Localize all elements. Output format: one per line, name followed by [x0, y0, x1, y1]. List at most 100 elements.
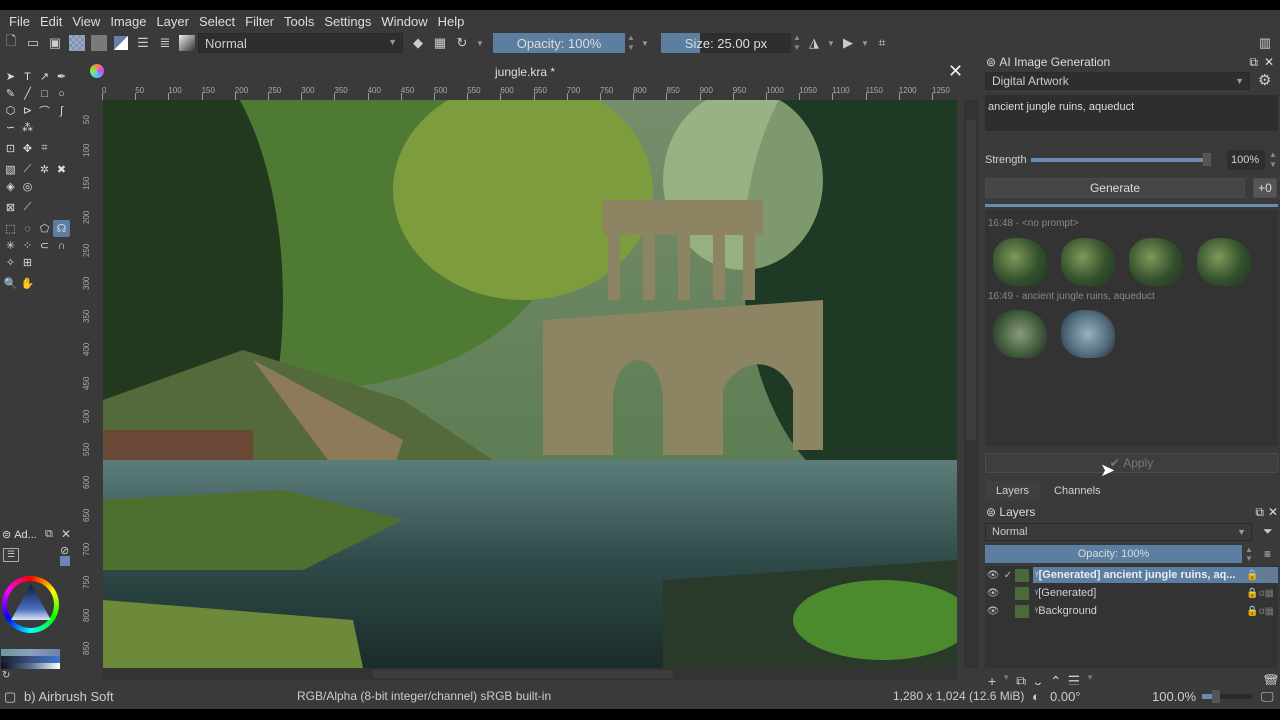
history-thumbnail[interactable] [1129, 238, 1183, 286]
zoom-value[interactable]: 100.0% [1152, 689, 1196, 704]
magic-wand-icon[interactable]: ✧ [2, 254, 19, 271]
fill-tool-icon[interactable]: ◈ [2, 178, 19, 195]
settings-gear-icon[interactable]: ⚙ [1258, 71, 1271, 89]
layer-options-icon[interactable]: ≡ [1264, 547, 1271, 561]
refresh-icon[interactable]: ↻ [2, 670, 10, 681]
line-tool-icon[interactable]: ╱ [19, 85, 36, 102]
gradient-swatch[interactable] [66, 33, 88, 53]
layer-row[interactable]: 👁 ✓ ᵞ[Generated] ancient jungle ruins, a… [985, 566, 1278, 584]
similar-select-icon[interactable]: ⁘ [19, 237, 36, 254]
chevron-down-icon[interactable]: ▼ [825, 33, 837, 53]
color-pattern-row[interactable] [1, 649, 60, 656]
rectangle-tool-icon[interactable]: □ [36, 85, 53, 102]
apply-button[interactable]: ✔ Apply [985, 453, 1278, 473]
lock-icon[interactable]: ⊜ [986, 505, 996, 519]
display-icon[interactable]: 🖵 [1261, 689, 1274, 705]
color-picker-icon[interactable]: ⟋ [19, 161, 36, 178]
chevron-down-icon[interactable]: ▼ [473, 33, 487, 53]
menu-window[interactable]: Window [376, 14, 432, 29]
text-tool-icon[interactable]: T [19, 68, 36, 85]
calligraphy-icon[interactable]: ✒ [53, 68, 70, 85]
pattern-swatch[interactable] [88, 33, 110, 53]
edit-brush-presets-icon[interactable]: ☰ [132, 33, 154, 53]
zoom-tool-icon[interactable]: 🔍 [2, 275, 19, 292]
close-icon[interactable]: ✕ [61, 527, 71, 541]
assistant-tool-icon[interactable]: ⊠ [2, 199, 19, 216]
history-thumbnail[interactable] [993, 238, 1047, 286]
lock-icon[interactable]: ⊜ [986, 55, 996, 69]
smart-patch-icon[interactable]: ✖ [53, 161, 70, 178]
strength-spinner[interactable]: ▲ ▼ [1267, 150, 1279, 170]
close-document-icon[interactable]: ✕ [948, 61, 963, 82]
visibility-eye-icon[interactable]: 👁 [985, 606, 1001, 617]
menu-layer[interactable]: Layer [151, 14, 194, 29]
new-document-icon[interactable]: 🗋 [0, 33, 22, 53]
magnetic-select-icon[interactable]: ∩ [53, 237, 70, 254]
crop-tool-icon[interactable]: ⌗ [36, 140, 53, 157]
color-pattern-row[interactable] [1, 663, 60, 669]
opacity-slider[interactable]: Opacity: 100% [493, 33, 625, 53]
rect-select-icon[interactable]: ⬚ [2, 220, 19, 237]
move-tool-icon[interactable]: ✥ [19, 140, 36, 157]
eraser-icon[interactable]: ◆ [407, 33, 429, 53]
layer-row[interactable]: 👁 ᵞBackground 🔒α▦ [985, 602, 1278, 620]
layer-opacity-spinner[interactable]: ▲ ▼ [1243, 545, 1255, 563]
visibility-eye-icon[interactable]: 👁 [985, 570, 1001, 581]
document-tab-title[interactable]: jungle.kra * [495, 65, 555, 79]
brush-preset-icon[interactable]: ▢ [4, 689, 16, 705]
contiguous-select-icon[interactable]: ✳ [2, 237, 19, 254]
float-icon[interactable]: ⧉ [45, 528, 53, 541]
settings-icon[interactable]: ☰ [3, 548, 19, 562]
menu-help[interactable]: Help [433, 14, 470, 29]
zoom-slider[interactable] [1202, 690, 1252, 703]
reload-preset-icon[interactable]: ↻ [451, 33, 473, 53]
polyline-tool-icon[interactable]: ⊳ [19, 102, 36, 119]
brush-settings-icon[interactable]: ≣ [154, 33, 176, 53]
history-thumbnail[interactable] [993, 310, 1047, 358]
rotation-icon[interactable]: ◐ [1032, 689, 1040, 704]
blend-mode-select[interactable]: Normal ▼ [198, 33, 403, 53]
multibrush-icon[interactable]: ⁂ [19, 119, 36, 136]
filter-icon[interactable]: ⏷ [1263, 524, 1273, 539]
save-icon[interactable]: ▣ [44, 33, 66, 53]
float-icon[interactable]: ⧉ [1249, 55, 1258, 70]
layer-opacity-slider[interactable]: Opacity: 100% [985, 545, 1242, 563]
history-thumbnail[interactable] [1061, 310, 1115, 358]
layer-lock-alpha-icons[interactable]: 🔒α▦ [1246, 606, 1274, 617]
menu-settings[interactable]: Settings [319, 14, 376, 29]
seed-increment-button[interactable]: +0 [1253, 178, 1277, 198]
reference-images-icon[interactable]: ⊞ [19, 254, 36, 271]
dynamic-brush-icon[interactable]: ∽ [2, 119, 19, 136]
layer-blend-select[interactable]: Normal ▼ [985, 523, 1252, 541]
open-document-icon[interactable]: ▭ [22, 33, 44, 53]
color-pattern-row[interactable] [1, 656, 60, 663]
edit-shapes-icon[interactable]: ↗ [36, 68, 53, 85]
transform-tool-icon[interactable]: ⊡ [2, 140, 19, 157]
freehand-select-icon[interactable]: ☊ [53, 220, 70, 237]
preserve-alpha-icon[interactable]: ▦ [429, 33, 451, 53]
history-thumbnail[interactable] [1197, 238, 1251, 286]
menu-select[interactable]: Select [194, 14, 240, 29]
ellipse-select-icon[interactable]: ◌ [19, 220, 36, 237]
pan-tool-icon[interactable]: ✋ [19, 275, 36, 292]
menu-edit[interactable]: Edit [35, 14, 67, 29]
strength-input[interactable]: 100% [1227, 150, 1265, 170]
opacity-spinner[interactable]: ▲ ▼ [625, 33, 637, 53]
style-select[interactable]: Digital Artwork ▼ [985, 72, 1250, 90]
vertical-scrollbar[interactable] [964, 100, 978, 668]
layer-lock-alpha-icons[interactable]: 🔒α▦ [1246, 588, 1274, 599]
menu-view[interactable]: View [67, 14, 105, 29]
close-icon[interactable]: ✕ [1264, 55, 1274, 69]
close-icon[interactable]: ✕ [1268, 505, 1278, 519]
colorize-mask-icon[interactable]: ✲ [36, 161, 53, 178]
float-icon[interactable]: ⧉ [1255, 505, 1264, 520]
strength-slider[interactable] [1031, 153, 1211, 166]
layer-checkbox[interactable]: ✓ [1001, 570, 1015, 581]
select-tool-icon[interactable]: ➤ [2, 68, 19, 85]
ellipse-tool-icon[interactable]: ○ [53, 85, 70, 102]
canvas[interactable] [103, 100, 957, 668]
menu-tools[interactable]: Tools [279, 14, 319, 29]
horizontal-scrollbar[interactable] [103, 668, 957, 680]
measure-tool-icon[interactable]: ⟋ [19, 199, 36, 216]
brush-tool-icon[interactable]: ✎ [2, 85, 19, 102]
